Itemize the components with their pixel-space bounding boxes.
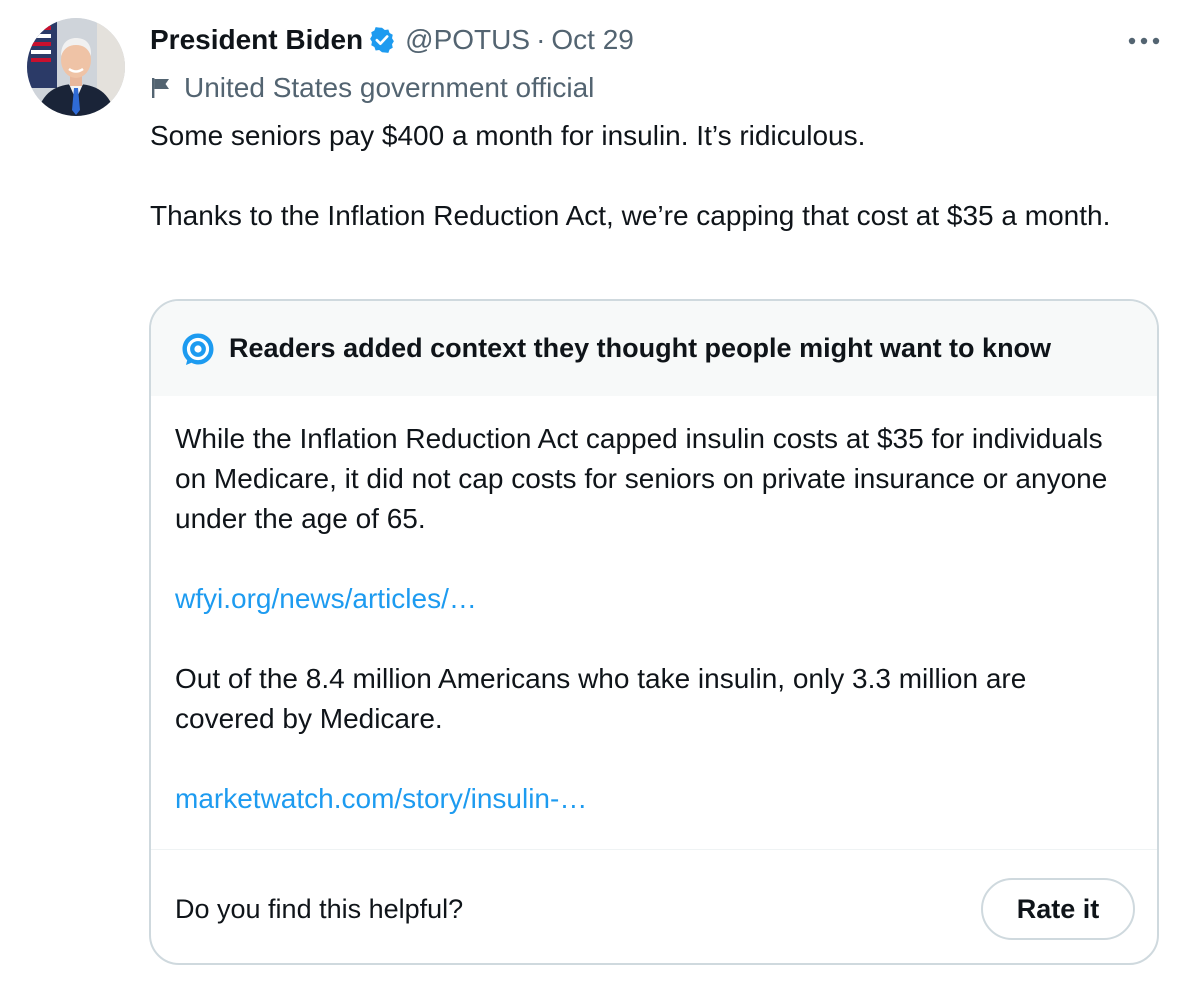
tweet-header: President Biden @POTUS · Oct 29 bbox=[150, 22, 634, 58]
note-source-link[interactable]: marketwatch.com/story/insulin-… bbox=[175, 783, 587, 814]
verified-badge-icon bbox=[368, 26, 396, 54]
helpful-question: Do you find this helpful? bbox=[175, 894, 464, 924]
account-label[interactable]: United States government official bbox=[150, 70, 594, 106]
more-horizontal-icon[interactable] bbox=[1124, 30, 1164, 52]
avatar-image bbox=[27, 18, 125, 116]
tweet-date[interactable]: Oct 29 bbox=[551, 24, 633, 56]
note-source-link[interactable]: wfyi.org/news/articles/… bbox=[175, 583, 477, 614]
author-avatar[interactable] bbox=[27, 18, 125, 116]
header-separator: · bbox=[536, 24, 546, 55]
rate-it-button[interactable]: Rate it bbox=[981, 878, 1135, 940]
note-paragraph: While the Inflation Reduction Act capped… bbox=[175, 423, 1108, 534]
note-body: While the Inflation Reduction Act capped… bbox=[151, 396, 1157, 849]
tweet-paragraph: Some seniors pay $400 a month for insuli… bbox=[150, 120, 866, 151]
author-name[interactable]: President Biden bbox=[150, 24, 363, 56]
community-note-card: Readers added context they thought peopl… bbox=[149, 299, 1159, 965]
community-notes-icon bbox=[181, 332, 215, 366]
flag-icon bbox=[150, 76, 172, 100]
note-header: Readers added context they thought peopl… bbox=[151, 301, 1157, 396]
account-label-text: United States government official bbox=[184, 72, 595, 103]
tweet-text: Some seniors pay $400 a month for insuli… bbox=[150, 116, 1150, 236]
author-handle[interactable]: @POTUS bbox=[405, 24, 530, 56]
note-footer: Do you find this helpful? Rate it bbox=[151, 850, 1157, 963]
tweet-paragraph: Thanks to the Inflation Reduction Act, w… bbox=[150, 200, 1111, 231]
note-paragraph: Out of the 8.4 million Americans who tak… bbox=[175, 663, 1027, 734]
note-title: Readers added context they thought peopl… bbox=[229, 333, 1052, 363]
